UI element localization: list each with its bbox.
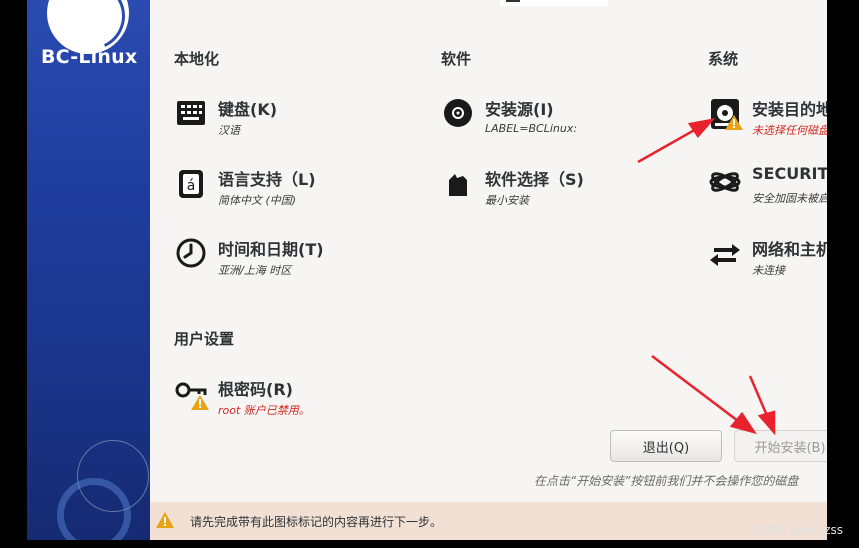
- watermark: CSDN @wsyzss: [751, 523, 843, 537]
- arrow-to-start-2: [748, 375, 770, 419]
- installation-summary: 本地化 软件 系统 用户设置 键盘(K) 汉语 á 语言支持（L) 简体中文 (…: [150, 0, 827, 540]
- arrow-to-destination: [637, 126, 699, 164]
- warning-icon: [156, 512, 174, 528]
- brand-name: BC-Linux: [41, 46, 138, 68]
- arrow-to-start-1: [651, 355, 743, 425]
- annotation-arrows: [637, 118, 776, 436]
- arrow-head-destination: [687, 118, 716, 139]
- arrow-head-start-1: [729, 411, 757, 435]
- arrow-head-start-2: [757, 410, 776, 436]
- warning-text[interactable]: 请先完成带有此图标标记的内容再进行下一步。: [190, 513, 442, 530]
- sidebar: BC-Linux: [27, 0, 150, 540]
- screen-edge: [827, 0, 859, 548]
- warning-bar: 请先完成带有此图标标记的内容再进行下一步。: [150, 502, 827, 540]
